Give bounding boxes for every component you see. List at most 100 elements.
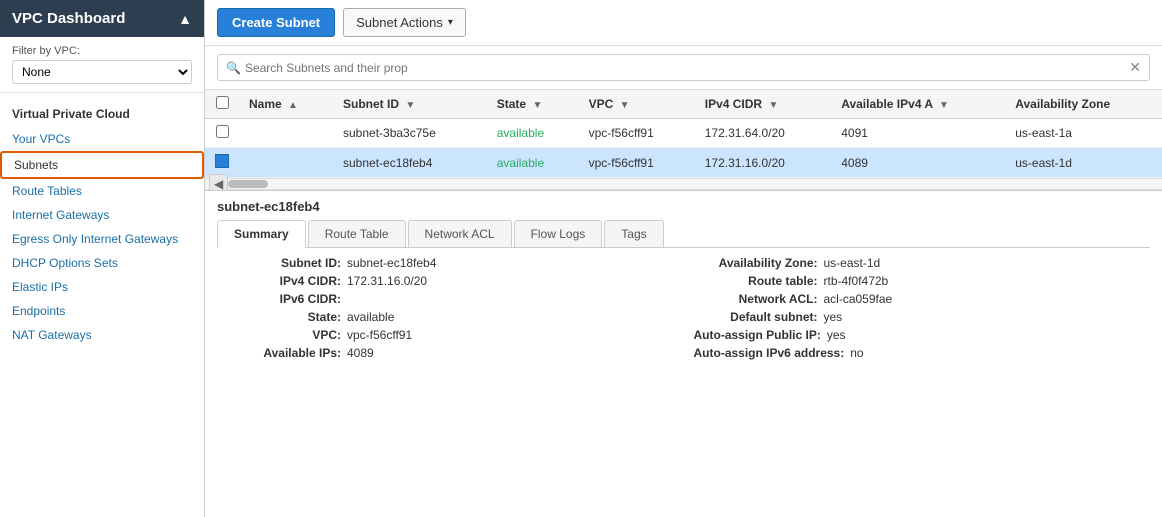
- detail-body: Subnet ID: subnet-ec18feb4 IPv4 CIDR: 17…: [217, 256, 1150, 364]
- route-table-label: Route table:: [694, 274, 824, 288]
- auto-assign-public-value: yes: [827, 328, 846, 342]
- auto-assign-public-label: Auto-assign Public IP:: [694, 328, 827, 342]
- row1-az: us-east-1a: [1005, 119, 1162, 148]
- detail-row-ipv6cidr: IPv6 CIDR:: [217, 292, 674, 306]
- row1-state: available: [487, 119, 579, 148]
- scrollbar-thumb[interactable]: [228, 180, 268, 188]
- col-available-ipv4[interactable]: Available IPv4 A ▼: [831, 90, 1005, 119]
- detail-row-state: State: available: [217, 310, 674, 324]
- col-state[interactable]: State ▼: [487, 90, 579, 119]
- detail-row-default-subnet: Default subnet: yes: [694, 310, 1151, 324]
- select-all-checkbox[interactable]: [216, 96, 229, 109]
- auto-assign-ipv6-label: Auto-assign IPv6 address:: [694, 346, 851, 360]
- detail-row-az: Availability Zone: us-east-1d: [694, 256, 1151, 270]
- default-subnet-value: yes: [824, 310, 843, 324]
- tab-network-acl[interactable]: Network ACL: [408, 220, 512, 247]
- col-subnet-id[interactable]: Subnet ID ▼: [333, 90, 487, 119]
- row2-state: available: [487, 148, 579, 178]
- row1-vpc: vpc-f56cff91: [579, 119, 695, 148]
- sort-available-icon: ▼: [939, 100, 949, 111]
- az-label: Availability Zone:: [694, 256, 824, 270]
- sidebar-item-egress-only[interactable]: Egress Only Internet Gateways: [0, 227, 204, 251]
- select-all-header[interactable]: [205, 90, 239, 119]
- available-ips-label: Available IPs:: [217, 346, 347, 360]
- available-ips-value: 4089: [347, 346, 374, 360]
- row2-checked-icon: [215, 154, 229, 168]
- col-name[interactable]: Name ▲: [239, 90, 333, 119]
- detail-row-auto-assign-ipv6: Auto-assign IPv6 address: no: [694, 346, 1151, 360]
- tab-flow-logs[interactable]: Flow Logs: [514, 220, 603, 247]
- row1-checkbox-cell[interactable]: [205, 119, 239, 148]
- main-content: Create Subnet Subnet Actions ▾ 🔍 ✕ Name …: [205, 0, 1162, 517]
- sidebar-item-internet-gateways[interactable]: Internet Gateways: [0, 203, 204, 227]
- sidebar-item-endpoints[interactable]: Endpoints: [0, 299, 204, 323]
- sidebar-item-elastic-ips[interactable]: Elastic IPs: [0, 275, 204, 299]
- state-value: available: [347, 310, 394, 324]
- subnet-table: Name ▲ Subnet ID ▼ State ▼ VPC ▼ IPv4 CI…: [205, 90, 1162, 178]
- route-table-value[interactable]: rtb-4f0f472b: [824, 274, 889, 288]
- detail-col-right: Availability Zone: us-east-1d Route tabl…: [694, 256, 1151, 364]
- detail-col-left: Subnet ID: subnet-ec18feb4 IPv4 CIDR: 17…: [217, 256, 674, 364]
- table-row[interactable]: subnet-ec18feb4 available vpc-f56cff91 1…: [205, 148, 1162, 178]
- row2-vpc: vpc-f56cff91: [579, 148, 695, 178]
- create-subnet-button[interactable]: Create Subnet: [217, 8, 335, 37]
- row2-az: us-east-1d: [1005, 148, 1162, 178]
- sort-name-icon: ▲: [288, 100, 298, 111]
- row1-name: [239, 119, 333, 148]
- sidebar-filter: Filter by VPC: None: [0, 37, 204, 93]
- network-acl-label: Network ACL:: [694, 292, 824, 306]
- sidebar-section-header: Virtual Private Cloud: [0, 101, 204, 127]
- sort-vpc-icon: ▼: [620, 100, 630, 111]
- tab-summary[interactable]: Summary: [217, 220, 306, 248]
- detail-row-route-table: Route table: rtb-4f0f472b: [694, 274, 1151, 288]
- subnet-id-label: Subnet ID:: [217, 256, 347, 270]
- vpc-label: VPC:: [217, 328, 347, 342]
- detail-row-auto-assign-public: Auto-assign Public IP: yes: [694, 328, 1151, 342]
- row1-checkbox[interactable]: [216, 125, 229, 138]
- detail-row-ipv4cidr: IPv4 CIDR: 172.31.16.0/20: [217, 274, 674, 288]
- search-clear-icon[interactable]: ✕: [1129, 59, 1141, 76]
- auto-assign-ipv6-value: no: [850, 346, 863, 360]
- detail-panel: subnet-ec18feb4 Summary Route Table Netw…: [205, 190, 1162, 517]
- detail-row-network-acl: Network ACL: acl-ca059fae: [694, 292, 1151, 306]
- row1-available-ipv4: 4091: [831, 119, 1005, 148]
- sidebar-item-your-vpcs[interactable]: Your VPCs: [0, 127, 204, 151]
- subnet-id-value: subnet-ec18feb4: [347, 256, 436, 270]
- table-row[interactable]: subnet-3ba3c75e available vpc-f56cff91 1…: [205, 119, 1162, 148]
- tab-route-table[interactable]: Route Table: [308, 220, 406, 247]
- search-bar: 🔍 ✕: [217, 54, 1150, 81]
- detail-row-subnet-id: Subnet ID: subnet-ec18feb4: [217, 256, 674, 270]
- subnet-table-container: Name ▲ Subnet ID ▼ State ▼ VPC ▼ IPv4 CI…: [205, 89, 1162, 178]
- vpc-filter-select[interactable]: None: [12, 60, 192, 84]
- network-acl-value[interactable]: acl-ca059fae: [824, 292, 893, 306]
- subnet-actions-button[interactable]: Subnet Actions ▾: [343, 8, 466, 37]
- vpc-value[interactable]: vpc-f56cff91: [347, 328, 412, 342]
- col-ipv4cidr[interactable]: IPv4 CIDR ▼: [695, 90, 831, 119]
- sort-subnetid-icon: ▼: [405, 100, 415, 111]
- detail-row-vpc: VPC: vpc-f56cff91: [217, 328, 674, 342]
- table-header-row: Name ▲ Subnet ID ▼ State ▼ VPC ▼ IPv4 CI…: [205, 90, 1162, 119]
- ipv6cidr-label: IPv6 CIDR:: [217, 292, 347, 306]
- sort-state-icon: ▼: [532, 100, 542, 111]
- search-input[interactable]: [245, 61, 1129, 75]
- sidebar-header: VPC Dashboard ▲: [0, 0, 204, 37]
- sidebar: VPC Dashboard ▲ Filter by VPC: None Virt…: [0, 0, 205, 517]
- ipv4cidr-label: IPv4 CIDR:: [217, 274, 347, 288]
- sidebar-scroll-up[interactable]: ▲: [178, 11, 192, 27]
- row2-name: [239, 148, 333, 178]
- col-az[interactable]: Availability Zone: [1005, 90, 1162, 119]
- sidebar-item-route-tables[interactable]: Route Tables: [0, 179, 204, 203]
- search-icon: 🔍: [226, 61, 241, 75]
- sidebar-item-nat-gateways[interactable]: NAT Gateways: [0, 323, 204, 347]
- sidebar-item-subnets[interactable]: Subnets: [0, 151, 204, 179]
- tab-tags[interactable]: Tags: [604, 220, 663, 247]
- horizontal-scrollbar[interactable]: ◀: [205, 178, 1162, 190]
- col-vpc[interactable]: VPC ▼: [579, 90, 695, 119]
- detail-subtitle: subnet-ec18feb4: [217, 199, 1150, 214]
- filter-label: Filter by VPC:: [12, 45, 192, 57]
- toolbar: Create Subnet Subnet Actions ▾: [205, 0, 1162, 46]
- row2-checkbox-cell[interactable]: [205, 148, 239, 178]
- chevron-down-icon: ▾: [448, 17, 453, 28]
- sidebar-item-dhcp-options[interactable]: DHCP Options Sets: [0, 251, 204, 275]
- row2-ipv4cidr: 172.31.16.0/20: [695, 148, 831, 178]
